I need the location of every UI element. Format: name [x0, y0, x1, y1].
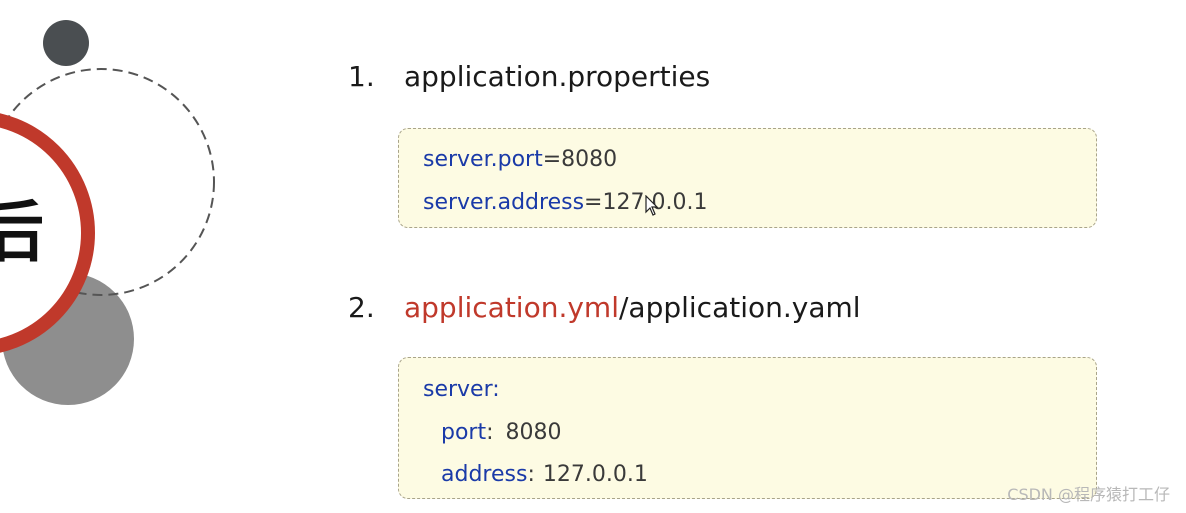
code-line: server.port=8080 [423, 149, 617, 171]
code-value: 8080 [505, 420, 562, 445]
code-key: server.address [423, 190, 585, 215]
item-2-heading: 2. application.yml/application.yaml [348, 294, 861, 322]
code-sep: : [492, 377, 500, 402]
item-2-number: 2. [348, 291, 375, 324]
item-2-title-highlight: application.yml [404, 291, 619, 324]
code-line: server.address=127.0.0.1 [423, 192, 707, 214]
item-1-heading: 1. application.properties [348, 63, 710, 91]
code-sep: : [486, 420, 494, 445]
code-sep: = [542, 147, 562, 172]
item-1-title: application.properties [404, 60, 711, 93]
item-1-number: 1. [348, 60, 375, 93]
code-key: server [423, 377, 493, 402]
code-line: port: 8080 [441, 422, 562, 444]
code-key: server.port [423, 147, 543, 172]
code-value: 127.0.0.1 [542, 462, 648, 487]
code-sep: = [584, 190, 603, 215]
code-sep: : [527, 462, 535, 487]
properties-code-box: server.port=8080 server.address=127.0.0.… [398, 128, 1097, 228]
yaml-code-box: server: port: 8080 address: 127.0.0.1 [398, 357, 1097, 499]
code-value: 8080 [561, 147, 618, 172]
mouse-cursor-icon [645, 195, 659, 216]
watermark: CSDN @程序猿打工仔 [1007, 485, 1170, 504]
side-title-fragment: 后 [0, 194, 44, 271]
code-line: server: [423, 379, 500, 401]
code-key: address [441, 462, 528, 487]
item-2-title-rest: /application.yaml [618, 291, 861, 324]
small-dark-circle [43, 20, 89, 66]
code-key: port [441, 420, 487, 445]
code-line: address: 127.0.0.1 [441, 464, 648, 486]
